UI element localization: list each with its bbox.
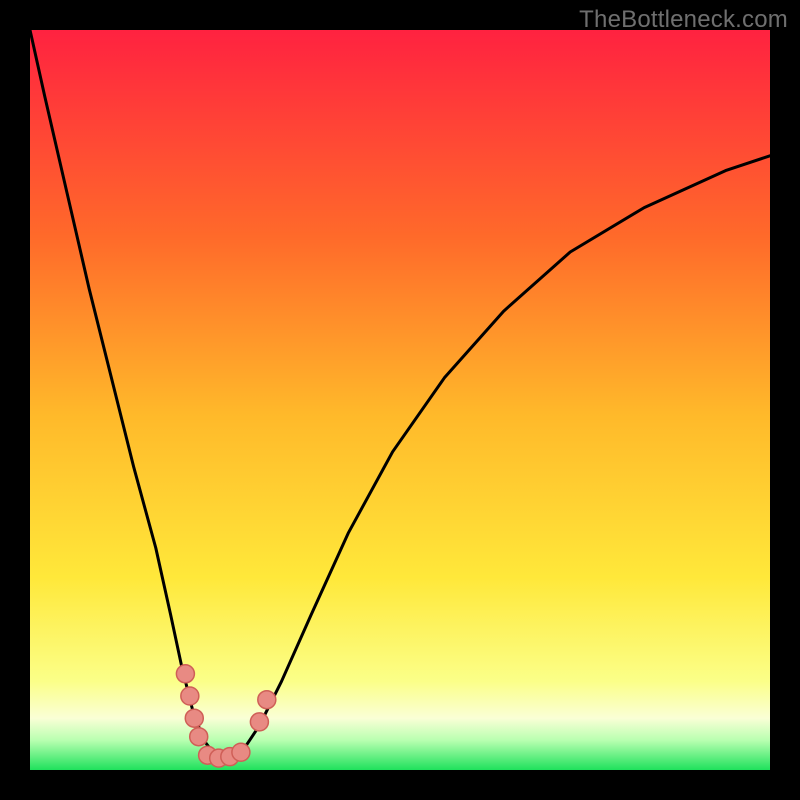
marker-left-cluster-2	[181, 687, 199, 705]
watermark-text: TheBottleneck.com	[579, 6, 788, 34]
gradient-background	[30, 30, 770, 770]
chart-svg	[30, 30, 770, 770]
plot-area	[30, 30, 770, 770]
marker-left-cluster-3	[185, 709, 203, 727]
chart-frame: TheBottleneck.com	[0, 0, 800, 800]
marker-left-cluster-1	[176, 665, 194, 683]
marker-right-cluster-2	[258, 691, 276, 709]
marker-left-cluster-4	[190, 728, 208, 746]
marker-right-cluster-1	[250, 713, 268, 731]
marker-bottom-4	[232, 743, 250, 761]
